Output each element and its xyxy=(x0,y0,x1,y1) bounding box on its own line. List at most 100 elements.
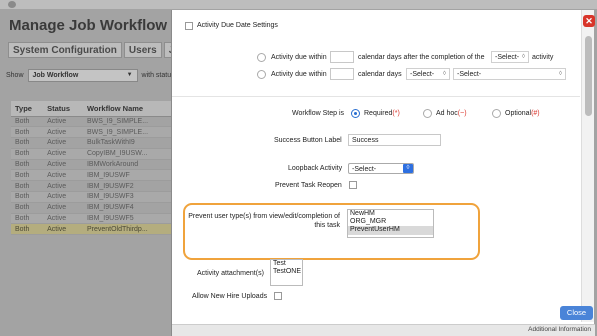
cell-status: Active xyxy=(43,202,83,214)
cell-status: Active xyxy=(43,180,83,193)
loopback-select-value: -Select- xyxy=(352,166,377,173)
scrollbar-thumb[interactable] xyxy=(585,36,592,116)
workflow-step-adhoc-radio[interactable] xyxy=(423,109,432,118)
close-button[interactable]: Close xyxy=(560,306,593,320)
cell-workflow-name: IBM_I9USWF4 xyxy=(82,202,172,214)
due-within-radio-2[interactable] xyxy=(257,70,266,79)
tab-bar: System Configuration Users Job xyxy=(8,42,192,58)
due-days-input-2[interactable] xyxy=(330,68,354,80)
due-select-2-value: -Select- xyxy=(457,71,482,78)
cell-workflow-name: BWS_I9_SIMPLE... xyxy=(82,126,172,139)
due-select-2[interactable]: -Select- ◊ xyxy=(453,68,566,80)
cell-workflow-name: IBMWorkAround xyxy=(82,159,172,171)
cell-type: Both xyxy=(11,126,44,139)
cell-status: Active xyxy=(43,137,83,149)
table-row[interactable]: Both Active IBM_I9USWF xyxy=(11,169,172,182)
cell-type: Both xyxy=(11,148,44,160)
column-header-type[interactable]: Type xyxy=(11,101,44,117)
due-within-radio-1[interactable] xyxy=(257,53,266,62)
adhoc-text: Ad hoc xyxy=(436,110,458,117)
table-row-selected[interactable]: Both Active PreventOldThirdp... xyxy=(11,223,172,236)
success-button-label: Success Button Label xyxy=(274,137,342,144)
due-within-label-1: Activity due within xyxy=(271,54,327,61)
loopback-label: Loopback Activity xyxy=(288,165,343,172)
chevron-down-icon: ▼ xyxy=(126,72,133,78)
attachment-option[interactable]: Test xyxy=(271,260,302,268)
attachments-label: Activity attachment(s) xyxy=(197,270,264,277)
due-within-label-2: Activity due within xyxy=(271,71,327,78)
workflow-step-optional-radio[interactable] xyxy=(492,109,501,118)
cell-workflow-name: IBM_I9USWF xyxy=(82,169,172,182)
attachment-option[interactable]: TestONE xyxy=(271,268,302,276)
prevent-reopen-checkbox[interactable] xyxy=(349,181,357,189)
table-row[interactable]: Both Active IBM_I9USWF5 xyxy=(11,213,172,225)
show-select[interactable]: Job Workflow ▼ xyxy=(27,69,138,82)
cell-type: Both xyxy=(11,223,44,236)
cell-type: Both xyxy=(11,137,44,149)
required-text: Required xyxy=(364,110,393,117)
activity-due-date-checkbox[interactable] xyxy=(185,22,193,30)
workflow-table: Type Status Workflow Name Both Active BWS_… xyxy=(11,101,172,236)
cell-status: Active xyxy=(43,148,83,160)
cell-workflow-name: CopyIBM_I9USW... xyxy=(82,148,172,160)
cell-type: Both xyxy=(11,116,44,128)
tab-users[interactable]: Users xyxy=(123,42,162,58)
workflow-step-optional-label: Optional(#) xyxy=(505,110,540,117)
cell-workflow-name: IBM_I9USWF5 xyxy=(82,213,172,225)
table-row[interactable]: Both Active IBM_I9USWF4 xyxy=(11,202,172,214)
cell-status: Active xyxy=(43,159,83,171)
attachments-listbox[interactable]: Test TestONE xyxy=(270,259,303,286)
cell-type: Both xyxy=(11,169,44,182)
due-within-text-1: calendar days after the completion of th… xyxy=(358,54,485,61)
table-row[interactable]: Both Active IBM_I9USWF3 xyxy=(11,191,172,203)
cell-workflow-name: IBM_I9USWF3 xyxy=(82,191,172,203)
divider xyxy=(172,96,580,97)
tab-system-configuration[interactable]: System Configuration xyxy=(8,42,122,58)
cell-type: Both xyxy=(11,213,44,225)
table-row[interactable]: Both Active BWS_I9_SIMPLE... xyxy=(11,116,172,128)
cell-status: Active xyxy=(43,213,83,225)
workflow-step-required-label: Required(*) xyxy=(364,110,400,117)
due-select-1-value: -Select- xyxy=(410,71,435,78)
cell-type: Both xyxy=(11,159,44,171)
table-row[interactable]: Both Active CopyIBM_I9USW... xyxy=(11,148,172,160)
cell-type: Both xyxy=(11,202,44,214)
workflow-step-required-radio[interactable] xyxy=(351,109,360,118)
cell-workflow-name: BWS_I9_SIMPLE... xyxy=(82,116,172,128)
highlight-outline xyxy=(183,203,480,260)
prevent-reopen-label: Prevent Task Reopen xyxy=(275,182,342,189)
workflow-step-adhoc-label: Ad hoc(~) xyxy=(436,110,467,117)
filter-row: Show Job Workflow ▼ with status xyxy=(6,69,175,82)
cell-status: Active xyxy=(43,191,83,203)
cell-status: Active xyxy=(43,126,83,139)
due-within-text-2: calendar days xyxy=(358,71,402,78)
additional-information-text: Additional Information xyxy=(528,326,591,333)
window-icon xyxy=(8,1,16,8)
table-row[interactable]: Both Active IBMWorkAround xyxy=(11,159,172,171)
due-within-suffix: activity xyxy=(532,54,554,61)
due-days-input-1[interactable] xyxy=(330,51,354,63)
new-hire-uploads-label: Allow New Hire Uploads xyxy=(192,293,268,300)
show-label: Show xyxy=(6,72,24,79)
due-activity-select-value: -Select- xyxy=(495,54,520,61)
loopback-select[interactable]: -Select- ◊ xyxy=(348,163,414,174)
new-hire-uploads-checkbox[interactable] xyxy=(274,292,282,300)
table-row[interactable]: Both Active BWS_I9_SIMPLE... xyxy=(11,126,172,139)
activity-settings-dialog: Activity Due Date Settings Activity due … xyxy=(171,10,595,336)
due-select-1[interactable]: -Select- ◊ xyxy=(406,68,450,80)
show-select-value: Job Workflow xyxy=(32,72,79,79)
table-row[interactable]: Both Active IBM_I9USWF2 xyxy=(11,180,172,193)
chevron-updown-icon: ◊ xyxy=(403,164,413,173)
cell-status: Active xyxy=(43,223,83,236)
activity-due-date-label: Activity Due Date Settings xyxy=(197,22,278,29)
success-button-input[interactable]: Success xyxy=(348,134,441,146)
cell-workflow-name: BulkTaskWithI9 xyxy=(82,137,172,149)
due-activity-select[interactable]: -Select- ◊ xyxy=(491,51,529,63)
column-header-workflow-name[interactable]: Workflow Name xyxy=(82,101,172,117)
cell-workflow-name: IBM_I9USWF2 xyxy=(82,180,172,193)
optional-mark: (#) xyxy=(531,110,540,117)
close-icon[interactable]: ✕ xyxy=(583,15,595,27)
table-row[interactable]: Both Active BulkTaskWithI9 xyxy=(11,137,172,149)
dialog-scrollbar[interactable] xyxy=(581,10,594,322)
column-header-status[interactable]: Status xyxy=(43,101,83,117)
